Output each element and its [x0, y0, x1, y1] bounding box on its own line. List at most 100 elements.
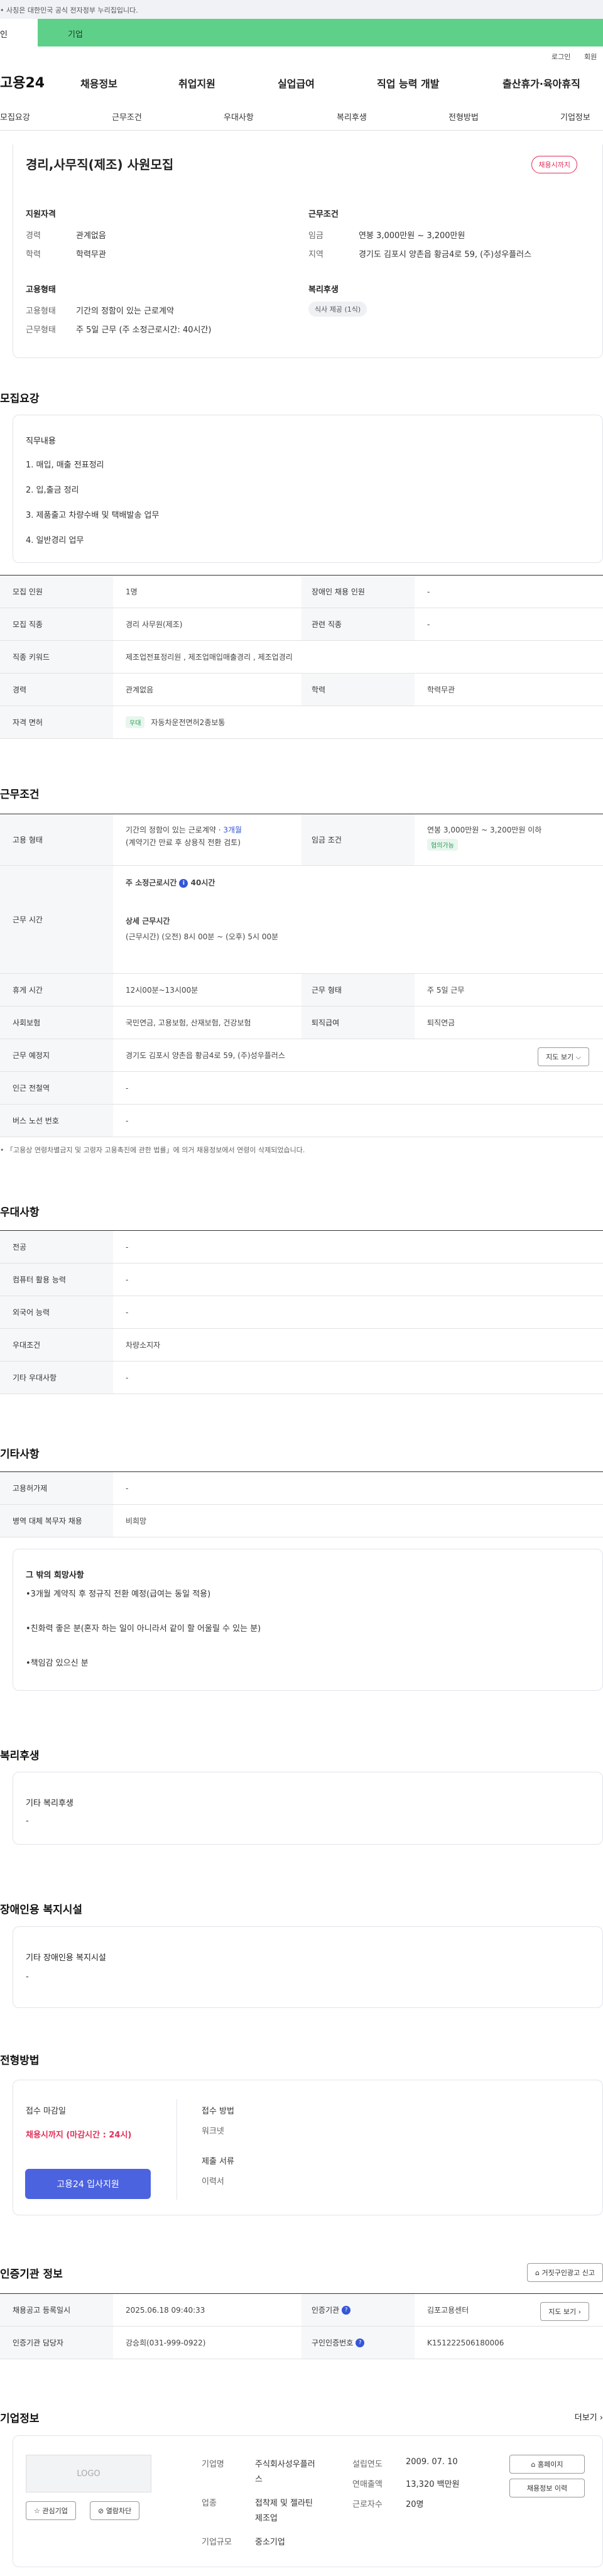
- screen-title: 전형방법: [0, 2055, 40, 2067]
- info-icon[interactable]: ?: [342, 2305, 351, 2315]
- wage-value: 연봉 3,000만원 ~ 3,200만원 이하: [427, 826, 542, 834]
- table-row: 직종 키워드 제조업전표정리원 , 제조업매입매출경리 , 제조업경리: [0, 641, 603, 674]
- main-nav: 고용24 채용정보 취업지원 실업급여 직업 능력 개발 출산휴가·육아휴직: [0, 64, 603, 99]
- site-logo[interactable]: 고용24: [0, 72, 45, 92]
- block-button[interactable]: ⊘ 열람차단: [90, 2501, 140, 2520]
- more-label: 더보기: [574, 2413, 597, 2423]
- disabled-title: 장애인용 복지시설: [0, 1904, 83, 1916]
- welfare-title: 복리후생: [308, 285, 339, 295]
- company-logo: LOGO: [26, 2455, 151, 2492]
- cell-label: 구인인증번호?: [302, 2327, 415, 2359]
- cell-value: 2025.06.18 09:40:33: [126, 2305, 205, 2315]
- apply-button[interactable]: 고용24 입사지원: [25, 2169, 151, 2199]
- cell-label: 버스 노선 번호: [0, 1105, 113, 1137]
- benefit-box-value: -: [26, 1816, 29, 1826]
- table-row: 채용공고 등록일시 2025.06.18 09:40:33 인증기관? 김포고용센터 지…: [0, 2294, 603, 2327]
- recruit-table: 모집 인원 1명 장애인 채용 인원 - 모집 직종 경리 사무원(제조) 관련 직종 - …: [0, 575, 603, 739]
- emp-type-value: 기간의 정함이 있는 근로계약: [76, 307, 174, 316]
- table-row: 모집 인원 1명 장애인 채용 인원 -: [0, 576, 603, 608]
- age-note: • 「고용상 연령차별금지 및 고령자 고용촉진에 관한 법률」에 의거 채용정…: [0, 1146, 305, 1154]
- detail-hours-label: 상세 근무시간: [126, 917, 170, 925]
- disabled-card: 기타 장애인용 복지시설 -: [13, 1926, 603, 2008]
- homepage-button[interactable]: ⌂ 홈페이지: [509, 2455, 585, 2474]
- tab-company[interactable]: 기업: [38, 19, 603, 46]
- benefit-title: 복리후생: [0, 1750, 40, 1762]
- industry-value: 접착제 및 젤라틴: [255, 2499, 313, 2508]
- cell-label: 학력: [302, 674, 415, 706]
- employees-label: 근로자수: [352, 2500, 383, 2509]
- deadline-label: 접수 마감일: [26, 2107, 66, 2116]
- nav-employment-support[interactable]: 취업지원: [178, 75, 215, 90]
- cell-label: 모집 인원: [0, 576, 113, 608]
- login-link[interactable]: 로그인: [551, 52, 570, 62]
- employees-value: 20명: [406, 2500, 424, 2509]
- table-row: 인증기관 담당자 강승희(031-999-0922) 구인인증번호? K1512225…: [0, 2327, 603, 2359]
- table-row: 근무 예정지 경기도 김포시 양촌읍 황금4로 59, (주)성우플러스 지도 보기…: [0, 1039, 603, 1072]
- more-link[interactable]: 더보기 ›: [575, 2411, 603, 2423]
- disabled-box-title: 기타 장애인용 복지시설: [26, 1953, 106, 1963]
- nav-parental-leave[interactable]: 출산휴가·육아휴직: [503, 75, 580, 90]
- nav-jobs[interactable]: 채용정보: [80, 75, 117, 90]
- duty-title: 직무내용: [26, 437, 56, 446]
- cell-label: 자격 면허: [0, 706, 113, 738]
- job-history-button[interactable]: 채용정보 이력: [509, 2479, 585, 2497]
- cell-label: 기타 우대사항: [0, 1362, 113, 1394]
- emp-type-label: 고용형태: [26, 307, 56, 316]
- cell-label: 병역 대체 복무자 채용: [0, 1505, 113, 1537]
- cert-map-button[interactable]: 지도 보기 ›: [540, 2302, 589, 2321]
- anchor-benefit[interactable]: 복리후생: [337, 111, 367, 123]
- cell-value: -: [126, 1483, 129, 1493]
- num-label: 구인인증번호: [312, 2339, 354, 2347]
- tab-individual[interactable]: 인: [0, 19, 38, 46]
- cell-value: 경기도 김포시 양촌읍 황금4로 59, (주)성우플러스: [126, 1051, 285, 1060]
- license-value: 자동차운전면허2종보통: [151, 718, 225, 727]
- cell-label: 채용공고 등록일시: [0, 2294, 113, 2326]
- weekly-hours-label: 주 소정근로시간: [126, 878, 177, 887]
- map-button-label: 지도 보기: [546, 1053, 574, 1061]
- nav-vocational-training[interactable]: 직업 능력 개발: [377, 75, 439, 90]
- cell-value: -: [427, 619, 430, 629]
- cond-title: 근무조건: [308, 210, 339, 219]
- join-link[interactable]: 회원: [584, 52, 597, 62]
- home-icon: ⌂: [531, 2460, 536, 2469]
- cell-value: 관계없음: [126, 685, 154, 694]
- disabled-box-value: -: [26, 1972, 29, 1982]
- cell-label: 고용허가제: [0, 1472, 113, 1504]
- anchor-company[interactable]: 기업정보: [560, 111, 590, 123]
- cell-value: 제조업전표정리원 , 제조업매입매출경리 , 제조업경리: [126, 653, 293, 662]
- docs-label: 제출 서류: [202, 2157, 234, 2166]
- anchor-work[interactable]: 근무조건: [112, 111, 142, 123]
- cell-value: 강승희(031-999-0922): [126, 2339, 206, 2347]
- region-label: 지역: [308, 250, 323, 259]
- table-row: 병역 대체 복무자 채용 비희망: [0, 1505, 603, 1537]
- cell-value: -: [126, 1242, 129, 1252]
- cell-label: 근무 예정지: [0, 1039, 113, 1071]
- section-anchor-nav: 모집요강 근무조건 우대사항 복리후생 전형방법 기업정보: [0, 99, 603, 131]
- career-value: 관계없음: [76, 231, 106, 241]
- nav-unemployment-benefit[interactable]: 실업급여: [278, 75, 315, 90]
- name-label: 기업명: [202, 2460, 224, 2469]
- etc-box-title: 그 밖의 희망사항: [26, 1571, 84, 1580]
- fav-company-button[interactable]: ☆ 관심기업: [26, 2501, 76, 2520]
- map-button[interactable]: 지도 보기 ⌵: [538, 1047, 589, 1066]
- cert-table: 채용공고 등록일시 2025.06.18 09:40:33 인증기관? 김포고용센터 지…: [0, 2293, 603, 2359]
- sales-label: 연매출액: [352, 2480, 383, 2489]
- cell-label: 인근 전철역: [0, 1072, 113, 1104]
- anchor-pref[interactable]: 우대사항: [224, 111, 254, 123]
- info-icon[interactable]: i: [179, 878, 188, 888]
- anchor-recruit[interactable]: 모집요강: [0, 111, 30, 123]
- table-row: 우대조건 차량소지자: [0, 1329, 603, 1362]
- table-row: 컴퓨터 활용 능력 -: [0, 1263, 603, 1296]
- work-table: 고용 형태 기간의 정함이 있는 근로계약 · 3개월 (계약기간 만료 후 상용…: [0, 814, 603, 1137]
- deadline-value: 채용시까지 (마감시간 : 24시): [26, 2131, 132, 2140]
- report-button[interactable]: ⌂ 거짓구인광고 신고: [527, 2263, 603, 2282]
- table-row: 근무 시간 주 소정근로시간 i 40시간 상세 근무시간 (근무시간) (오전)…: [0, 866, 603, 974]
- info-icon[interactable]: ?: [356, 2338, 365, 2347]
- etc-card: 그 밖의 희망사항 •3개월 계약직 후 정규직 전환 예정(급여는 동일 적용…: [13, 1549, 603, 1691]
- name-value: 주식회사성우플러: [255, 2460, 315, 2469]
- weekly-hours-value: 40시간: [190, 878, 215, 887]
- cell-label: 퇴직급여: [302, 1007, 415, 1039]
- size-value: 중소기업: [255, 2538, 285, 2547]
- pref-title: 우대사항: [0, 1206, 40, 1219]
- anchor-screen[interactable]: 전형방법: [448, 111, 479, 123]
